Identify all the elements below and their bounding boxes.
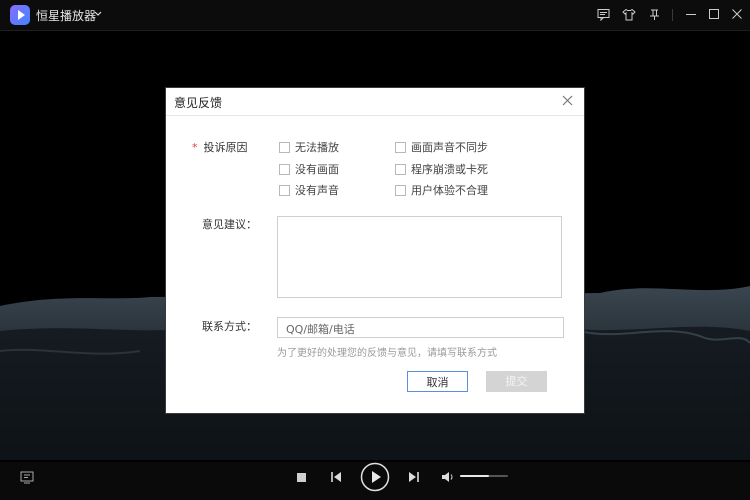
chevron-down-icon[interactable] <box>94 11 102 17</box>
cancel-button[interactable]: 取消 <box>407 371 468 392</box>
suggestion-label: 意见建议： <box>202 218 257 231</box>
reason-checkbox-bad-ux[interactable]: 用户体验不合理 <box>395 182 488 198</box>
checkbox-icon[interactable] <box>279 184 290 196</box>
dialog-title: 意见反馈 <box>174 96 223 110</box>
reason-label: * 投诉原因 <box>192 141 248 154</box>
reason-checkbox-crash[interactable]: 程序崩溃或卡死 <box>395 161 488 177</box>
contact-input[interactable]: QQ/邮箱/电话 <box>277 317 564 338</box>
next-icon[interactable] <box>408 471 420 483</box>
contact-label: 联系方式： <box>202 320 257 333</box>
titlebar-divider <box>672 9 673 21</box>
dialog-close-icon[interactable] <box>562 95 573 106</box>
checkbox-icon[interactable] <box>395 184 406 196</box>
stop-icon[interactable] <box>296 472 307 483</box>
dialog-header: 意见反馈 <box>166 88 584 116</box>
checkbox-icon[interactable] <box>279 163 290 175</box>
title-bar: 恒星播放器 <box>0 0 750 31</box>
app-logo-icon <box>10 5 30 25</box>
checkbox-icon[interactable] <box>395 141 406 153</box>
playlist-icon[interactable] <box>20 471 34 484</box>
volume-icon[interactable] <box>441 471 454 483</box>
app-title[interactable]: 恒星播放器 <box>36 7 96 24</box>
reason-checkbox-cannot-play[interactable]: 无法播放 <box>279 139 339 155</box>
reason-checkbox-av-sync[interactable]: 画面声音不同步 <box>395 139 488 155</box>
required-mark: * <box>192 141 198 154</box>
volume-level <box>460 475 489 477</box>
feedback-icon[interactable] <box>597 8 610 21</box>
previous-icon[interactable] <box>330 471 342 483</box>
reason-checkbox-no-sound[interactable]: 没有声音 <box>279 182 339 198</box>
play-button[interactable] <box>360 462 390 492</box>
reason-checkbox-no-video[interactable]: 没有画面 <box>279 161 339 177</box>
volume-slider[interactable] <box>460 475 508 477</box>
checkbox-icon[interactable] <box>395 163 406 175</box>
checkbox-icon[interactable] <box>279 141 290 153</box>
pin-icon[interactable] <box>648 8 661 21</box>
close-icon[interactable] <box>731 8 743 20</box>
suggestion-textarea[interactable] <box>277 216 562 298</box>
minimize-icon[interactable] <box>685 8 697 20</box>
submit-button[interactable]: 提交 <box>486 371 547 392</box>
skin-icon[interactable] <box>622 8 636 21</box>
feedback-dialog: 意见反馈 * 投诉原因 无法播放 画面声音不同步 没有画面 程序崩溃或卡死 没有声… <box>166 88 584 413</box>
contact-hint: 为了更好的处理您的反馈与意见，请填写联系方式 <box>277 348 497 359</box>
maximize-icon[interactable] <box>708 8 720 20</box>
